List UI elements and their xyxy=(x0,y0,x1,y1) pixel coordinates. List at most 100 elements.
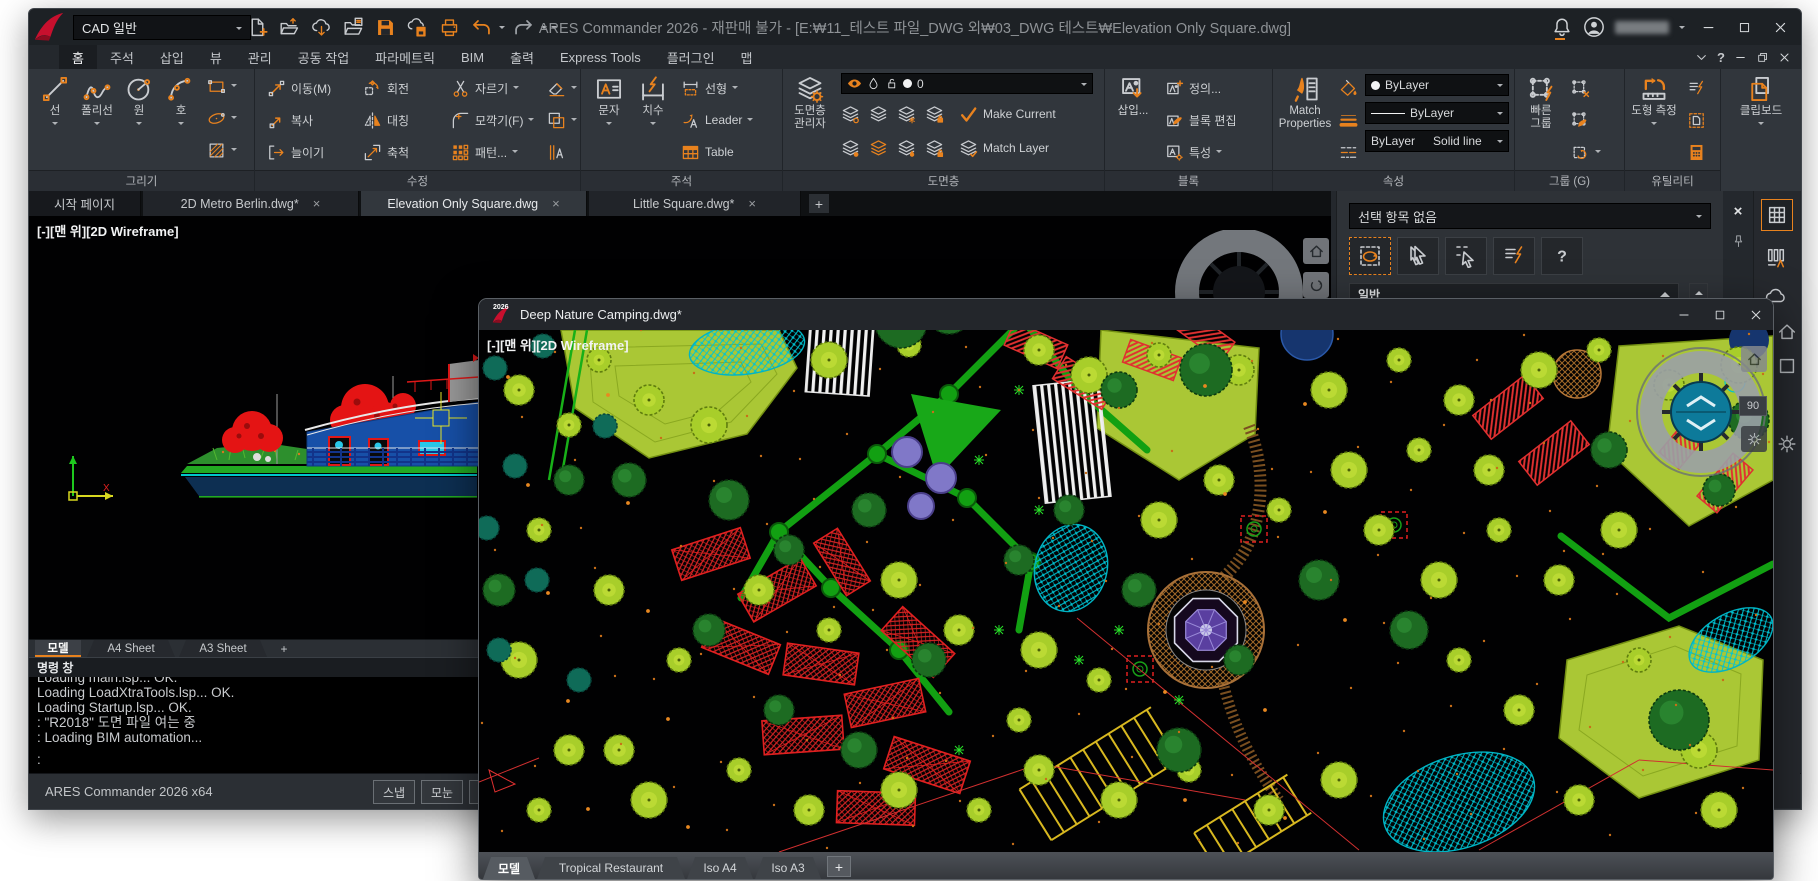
trim-button[interactable]: 자르기 xyxy=(451,75,519,101)
grid-toggle[interactable]: 모눈 xyxy=(421,780,463,804)
panel-close-icon[interactable]: × xyxy=(1734,203,1743,220)
mirror-button[interactable]: 대칭 xyxy=(363,107,409,133)
sheet-tab-model[interactable]: 모델 xyxy=(35,640,81,657)
erase-button[interactable] xyxy=(547,75,577,101)
tab-parametric[interactable]: 파라메트릭 xyxy=(362,45,448,69)
doc-close-icon[interactable] xyxy=(1778,51,1791,64)
qat-customize-caret[interactable] xyxy=(551,26,557,32)
match-properties-button[interactable]: MatchProperties xyxy=(1275,72,1335,166)
open-drawing-button[interactable] xyxy=(339,14,367,40)
lineweight-combo[interactable]: ByLayer xyxy=(1365,102,1509,124)
floating-maximize-icon[interactable] xyxy=(1713,308,1727,322)
home-view-button[interactable] xyxy=(1303,238,1329,264)
close-tab-icon[interactable]: × xyxy=(552,196,560,211)
explode-button[interactable] xyxy=(547,139,566,165)
measure-button[interactable]: 도형 측정 xyxy=(1627,72,1681,166)
leader-button[interactable]: Leader xyxy=(681,107,753,133)
quick-calc-button[interactable] xyxy=(1687,75,1706,101)
tab-plugins[interactable]: 플러그인 xyxy=(654,45,728,69)
close-button[interactable] xyxy=(1767,15,1793,39)
tab-bim[interactable]: BIM xyxy=(448,45,497,69)
lineweight-tool[interactable] xyxy=(1339,107,1358,133)
tab-express-tools[interactable]: Express Tools xyxy=(547,45,654,69)
close-tab-icon[interactable]: × xyxy=(313,196,321,211)
layer-thaw-button[interactable] xyxy=(897,135,916,161)
undo-button[interactable] xyxy=(467,14,495,40)
group-toggle-button[interactable] xyxy=(1571,139,1601,165)
sheet-tab-a4[interactable]: A4 Sheet xyxy=(87,640,175,657)
rectangle-button[interactable] xyxy=(207,73,237,99)
layer-off-button[interactable] xyxy=(841,135,860,161)
rotation-badge[interactable]: 90 xyxy=(1739,396,1767,416)
quick-group-button[interactable]: 빠른그룹 xyxy=(1519,72,1563,166)
floating-viewport-label[interactable]: [-][맨 위][2D Wireframe] xyxy=(487,335,629,354)
tab-output[interactable]: 출력 xyxy=(497,45,547,69)
floating-tab-isoa3[interactable]: Iso A3 xyxy=(755,857,821,879)
open-button[interactable] xyxy=(275,14,303,40)
move-button[interactable]: 이동(M) xyxy=(267,75,331,101)
sheet-tab-a3[interactable]: A3 Sheet xyxy=(179,640,267,657)
doc-minimize-icon[interactable] xyxy=(1734,51,1747,64)
new-sheet-button[interactable]: + xyxy=(275,641,293,656)
select-rotate-button[interactable] xyxy=(1349,237,1391,275)
tab-annotate[interactable]: 주석 xyxy=(97,45,147,69)
clipboard-button[interactable]: 클립보드 xyxy=(1729,72,1793,166)
layer-lock-button[interactable] xyxy=(925,101,944,127)
panel-help-button[interactable]: ? xyxy=(1541,237,1583,275)
palette-home-button[interactable] xyxy=(1772,317,1802,347)
line-button[interactable]: 선 xyxy=(33,72,77,166)
minimize-button[interactable] xyxy=(1695,15,1721,39)
copy-button[interactable]: 복사 xyxy=(267,107,313,133)
fillet-button[interactable]: 모깍기(F) xyxy=(451,107,534,133)
workspace-select[interactable]: CAD 일반 xyxy=(73,15,251,40)
table-button[interactable]: Table xyxy=(681,139,734,165)
palette-box-button[interactable] xyxy=(1772,351,1802,381)
polyline-button[interactable]: 폴리선 xyxy=(75,72,119,166)
cloud-save-button[interactable] xyxy=(403,14,431,40)
circle-button[interactable]: 원 xyxy=(117,72,161,166)
linear-dim-button[interactable]: 선형 xyxy=(681,75,738,101)
collapse-ribbon-icon[interactable] xyxy=(1695,51,1708,64)
floating-title-bar[interactable]: 2026 Deep Nature Camping.dwg* xyxy=(479,299,1773,330)
paint-tool[interactable] xyxy=(1339,75,1358,101)
define-block-button[interactable]: 정의... xyxy=(1165,75,1221,101)
layer-isolate-button[interactable] xyxy=(841,101,860,127)
account-caret[interactable] xyxy=(1679,26,1685,32)
palette-toolmatrix-button[interactable] xyxy=(1761,243,1791,273)
tab-home[interactable]: 홈 xyxy=(59,45,97,69)
save-button[interactable] xyxy=(371,14,399,40)
tab-map[interactable]: 맵 xyxy=(728,45,766,69)
ungroup-button[interactable] xyxy=(1571,75,1590,101)
close-tab-icon[interactable]: × xyxy=(748,196,756,211)
doc-tab-little[interactable]: Little Square.dwg*× xyxy=(589,191,801,216)
calculator-button[interactable] xyxy=(1687,139,1706,165)
match-layer-button[interactable]: Match Layer xyxy=(959,135,1049,161)
floating-close-icon[interactable] xyxy=(1749,308,1763,322)
doc-tab-metro[interactable]: 2D Metro Berlin.dwg*× xyxy=(143,191,359,216)
pattern-button[interactable]: 패턴... xyxy=(451,139,518,165)
insert-block-button[interactable]: 삽입... xyxy=(1111,72,1155,166)
pin-icon[interactable] xyxy=(1731,234,1746,249)
tab-manage[interactable]: 관리 xyxy=(235,45,285,69)
page-setup-button[interactable] xyxy=(1687,107,1706,133)
arc-button[interactable]: 호 xyxy=(159,72,203,166)
text-button[interactable]: 문자 xyxy=(587,72,631,166)
floating-tab-model[interactable]: 모델 xyxy=(483,857,535,879)
floating-settings-button[interactable] xyxy=(1741,426,1767,452)
selection-combo[interactable]: 선택 항목 없음 xyxy=(1349,203,1711,229)
stretch-button[interactable]: 늘이기 xyxy=(267,139,324,165)
doc-tab-elevation[interactable]: Elevation Only Square.dwg× xyxy=(361,191,587,216)
doc-restore-icon[interactable] xyxy=(1756,51,1769,64)
make-current-button[interactable]: Make Current xyxy=(959,101,1056,127)
attributes-button[interactable]: 특성 xyxy=(1165,139,1222,165)
redo-caret[interactable] xyxy=(541,26,547,32)
floating-tab-tropical[interactable]: Tropical Restaurant xyxy=(537,857,685,879)
layer-combo[interactable]: 0 xyxy=(841,73,1093,94)
layer-on-button[interactable] xyxy=(869,135,888,161)
rotate-button[interactable]: 회전 xyxy=(363,75,409,101)
select-entities-button[interactable] xyxy=(1397,237,1439,275)
tab-collaborate[interactable]: 공동 작업 xyxy=(285,45,362,69)
linetype-combo[interactable]: ByLayerSolid line xyxy=(1365,130,1509,152)
tab-insert[interactable]: 삽입 xyxy=(147,45,197,69)
redo-button[interactable] xyxy=(509,14,537,40)
